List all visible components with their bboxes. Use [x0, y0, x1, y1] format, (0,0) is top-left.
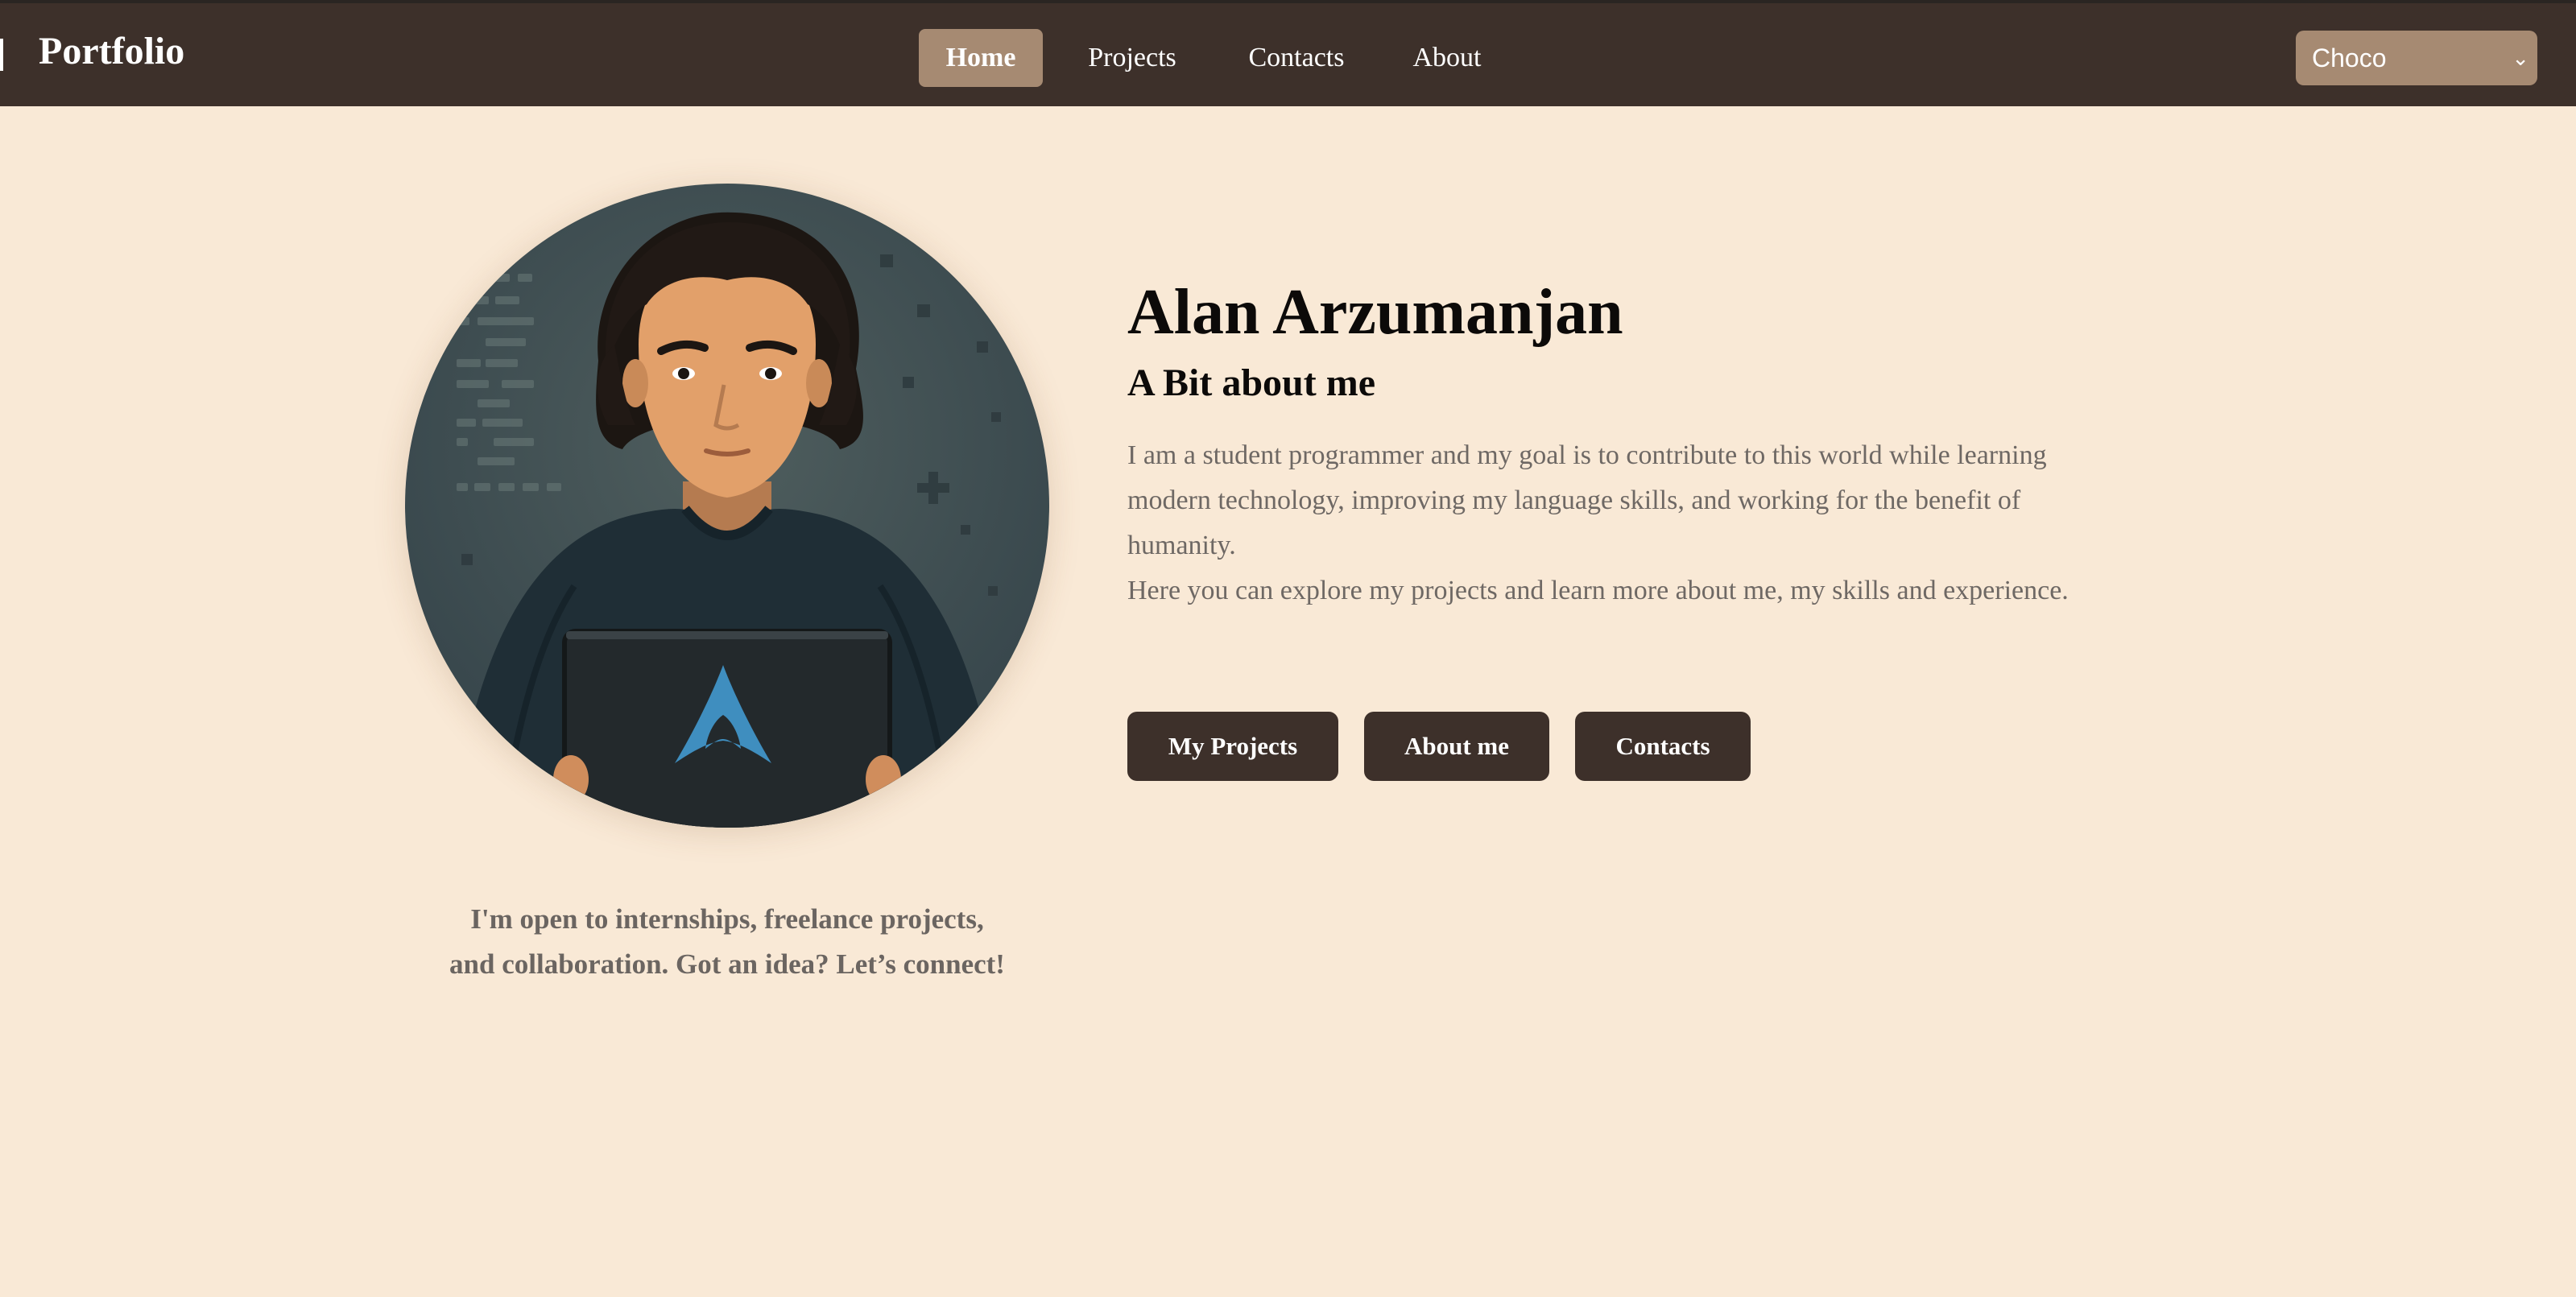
- nav-projects[interactable]: Projects: [1072, 29, 1193, 87]
- contacts-button[interactable]: Contacts: [1575, 712, 1751, 781]
- avatar: [405, 184, 1049, 828]
- nav-about[interactable]: About: [1399, 29, 1495, 87]
- theme-select[interactable]: Choco ⌄: [2296, 31, 2537, 85]
- nav-contacts[interactable]: Contacts: [1231, 29, 1362, 87]
- top-navbar: Portfolio Home Projects Contacts About C…: [0, 0, 2576, 106]
- nav-edge-marker: [0, 39, 3, 71]
- my-projects-button[interactable]: My Projects: [1127, 712, 1338, 781]
- page-title: Alan Arzumanjan: [1127, 277, 1623, 348]
- bio-paragraph: Here you can explore my projects and lea…: [1127, 576, 2069, 605]
- availability-caption: I'm open to internships, freelance proje…: [405, 897, 1049, 987]
- caption-line: and collaboration. Got an idea? Let’s co…: [449, 948, 1005, 980]
- nav-home[interactable]: Home: [919, 29, 1043, 87]
- chevron-down-icon: ⌄: [2512, 46, 2529, 70]
- about-me-button[interactable]: About me: [1364, 712, 1549, 781]
- section-subtitle: A Bit about me: [1127, 361, 1376, 404]
- bio-text: I am a student programmer and my goal is…: [1127, 433, 2110, 613]
- brand-logo[interactable]: Portfolio: [39, 26, 184, 77]
- arch-linux-logo-icon: [667, 659, 779, 771]
- caption-line: I'm open to internships, freelance proje…: [470, 903, 984, 935]
- bio-paragraph: I am a student programmer and my goal is…: [1127, 440, 2047, 560]
- theme-select-value: Choco: [2312, 43, 2387, 72]
